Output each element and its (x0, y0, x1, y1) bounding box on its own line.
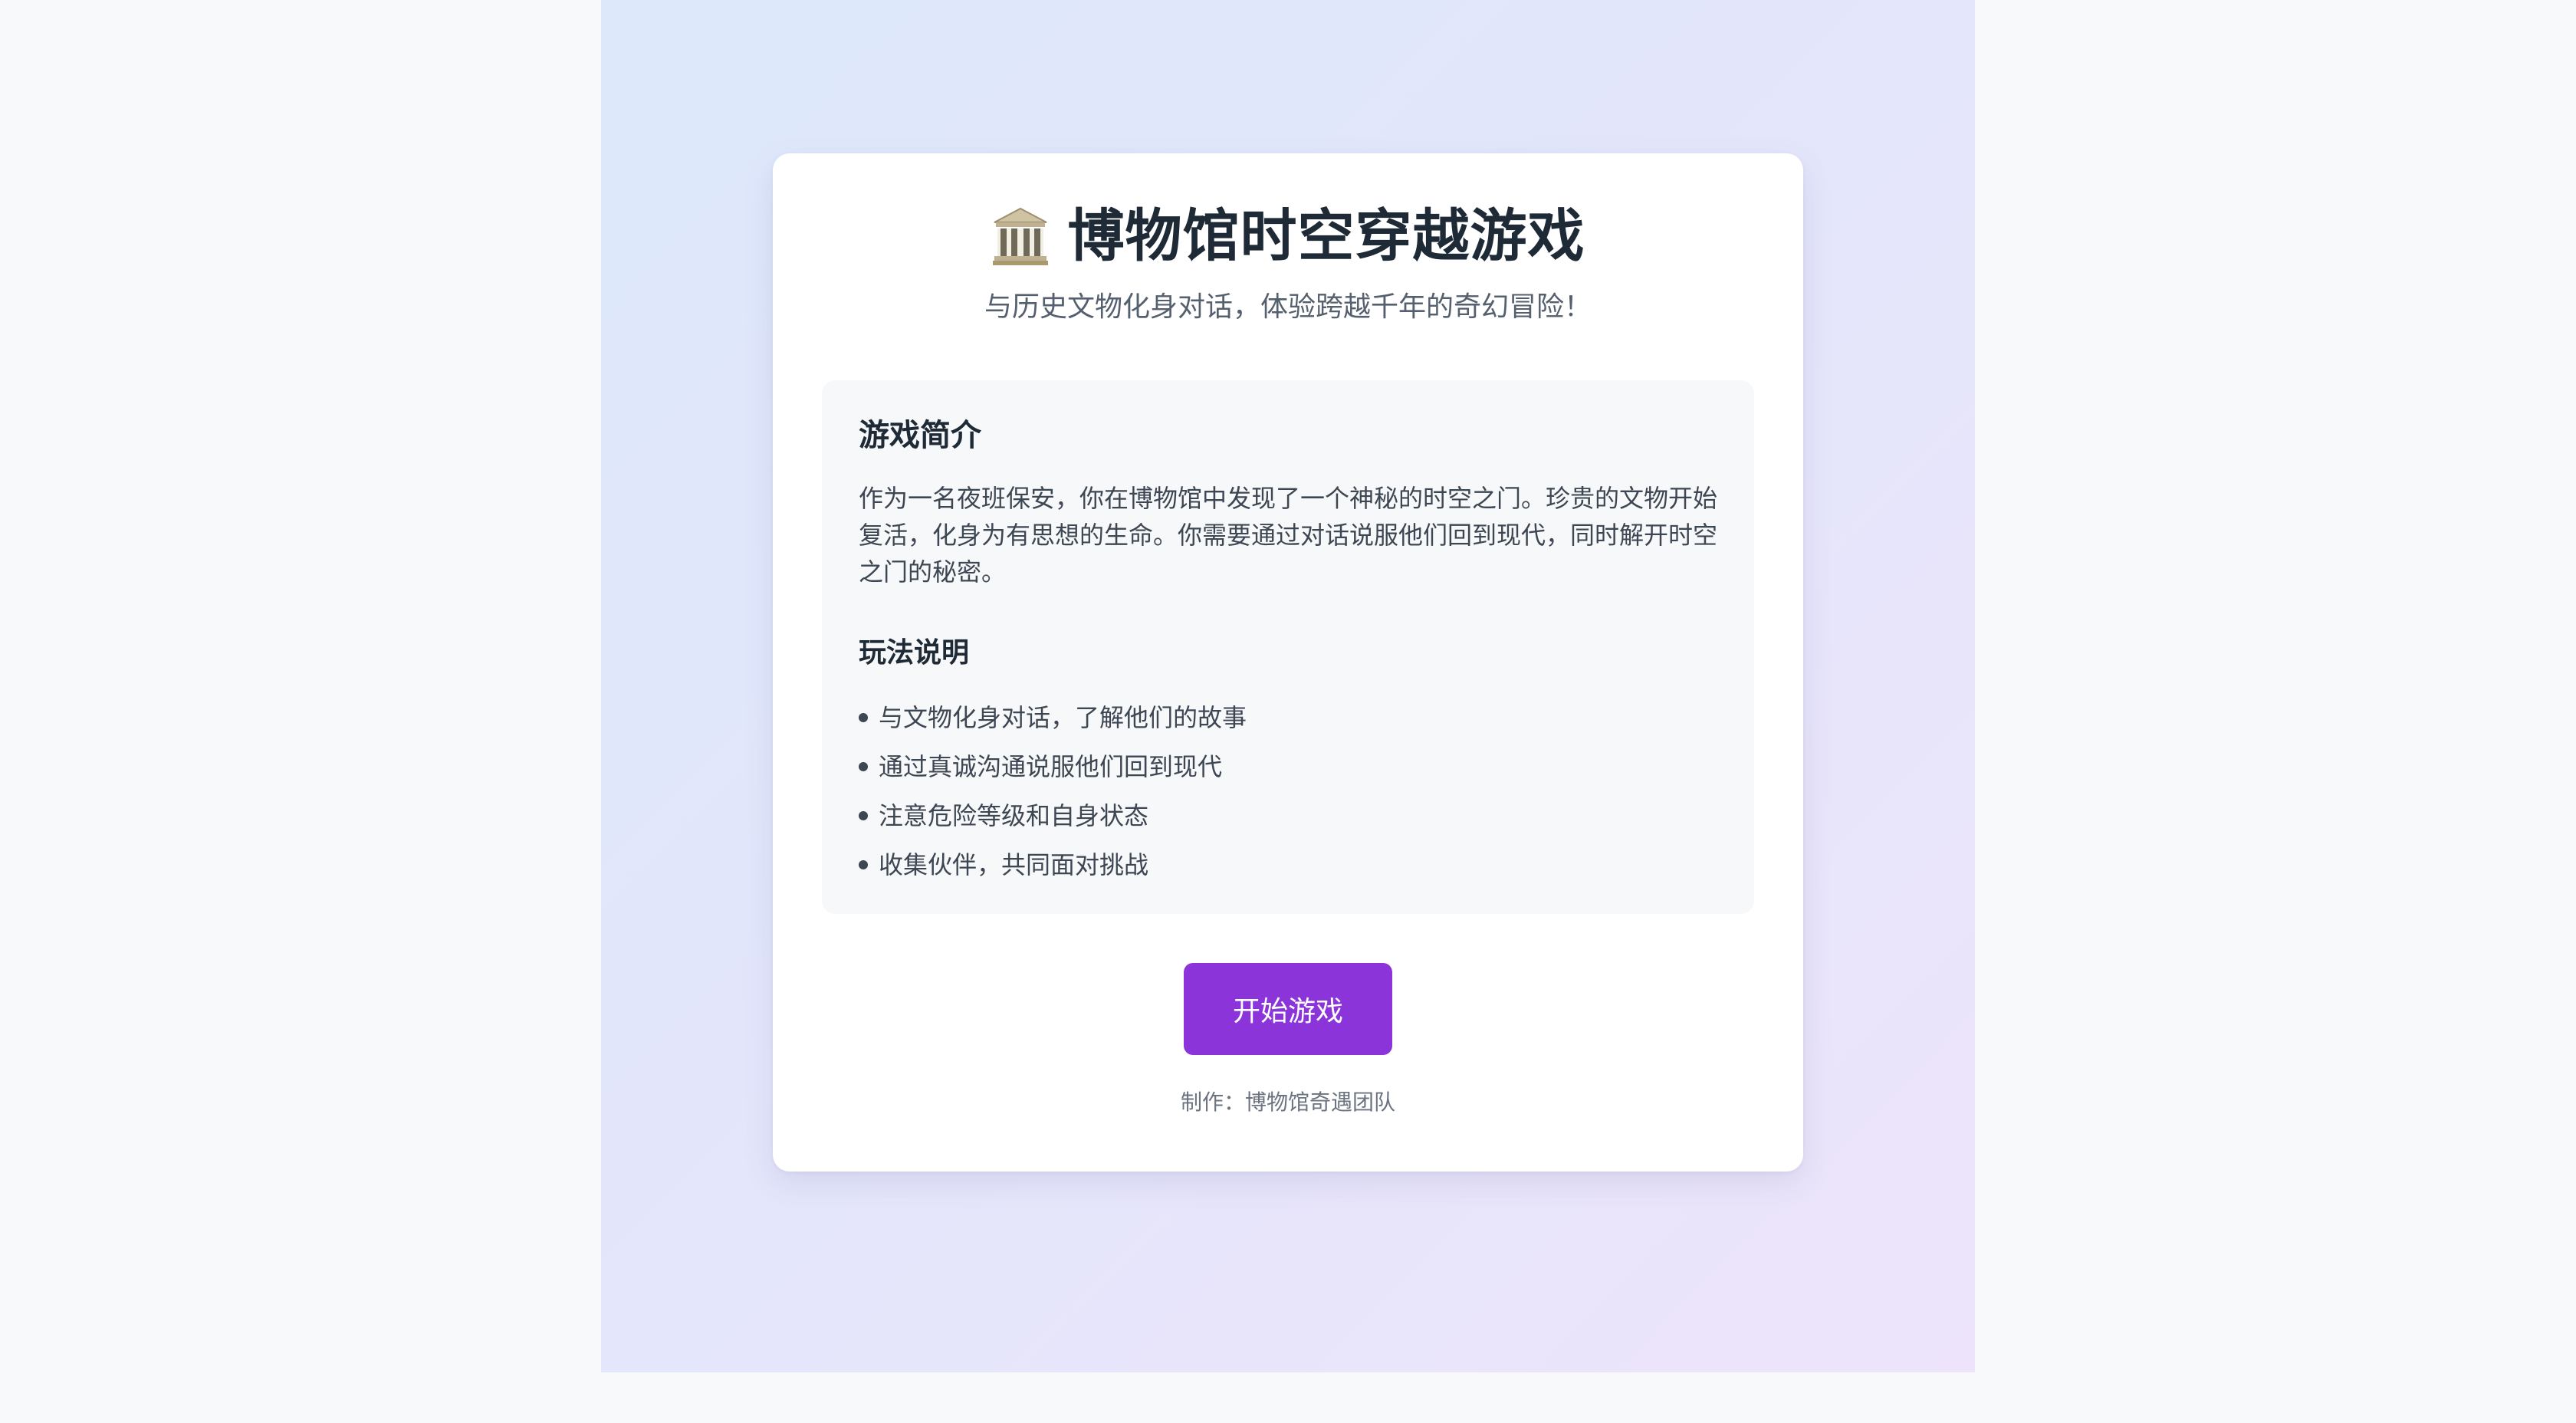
rules-item-text: 收集伙伴，共同面对挑战 (879, 850, 1149, 879)
credits-text: 制作：博物馆奇遇团队 (1180, 1089, 1395, 1115)
rules-list-item: 注意危险等级和自身状态 (859, 791, 1247, 840)
game-background: 博物馆时空穿越游戏 与历史文物化身对话，体验跨越千年的奇幻冒险！ 游戏简介 作为… (601, 0, 1975, 1372)
rules-item-text: 注意危险等级和自身状态 (879, 801, 1149, 830)
start-screen-card: 博物馆时空穿越游戏 与历史文物化身对话，体验跨越千年的奇幻冒险！ 游戏简介 作为… (773, 153, 1803, 1172)
rules-list: 与文物化身对话，了解他们的故事 通过真诚沟通说服他们回到现代 注意危险等级和自身… (859, 693, 1247, 889)
start-game-button[interactable]: 开始游戏 (1184, 963, 1392, 1055)
rules-item-text: 与文物化身对话，了解他们的故事 (879, 703, 1247, 732)
rules-list-item: 通过真诚沟通说服他们回到现代 (859, 742, 1247, 791)
title-row: 博物馆时空穿越游戏 (773, 198, 1803, 274)
bullet-icon (859, 762, 868, 771)
rules-item-text: 通过真诚沟通说服他们回到现代 (879, 752, 1223, 781)
rules-heading: 玩法说明 (859, 637, 970, 669)
game-title: 博物馆时空穿越游戏 (1067, 203, 1585, 269)
bullet-icon (859, 811, 868, 820)
game-info-panel: 游戏简介 作为一名夜班保安，你在博物馆中发现了一个神秘的时空之门。珍贵的文物开始… (822, 380, 1754, 914)
rules-list-item: 与文物化身对话，了解他们的故事 (859, 693, 1247, 742)
game-subtitle: 与历史文物化身对话，体验跨越千年的奇幻冒险！ (984, 291, 1592, 323)
bullet-icon (859, 860, 868, 869)
bullet-icon (859, 713, 868, 722)
museum-building-icon (992, 207, 1048, 265)
intro-text: 作为一名夜班保安，你在博物馆中发现了一个神秘的时空之门。珍贵的文物开始复活，化身… (859, 484, 1718, 587)
rules-list-item: 收集伙伴，共同面对挑战 (859, 840, 1247, 889)
intro-heading: 游戏简介 (859, 418, 981, 453)
